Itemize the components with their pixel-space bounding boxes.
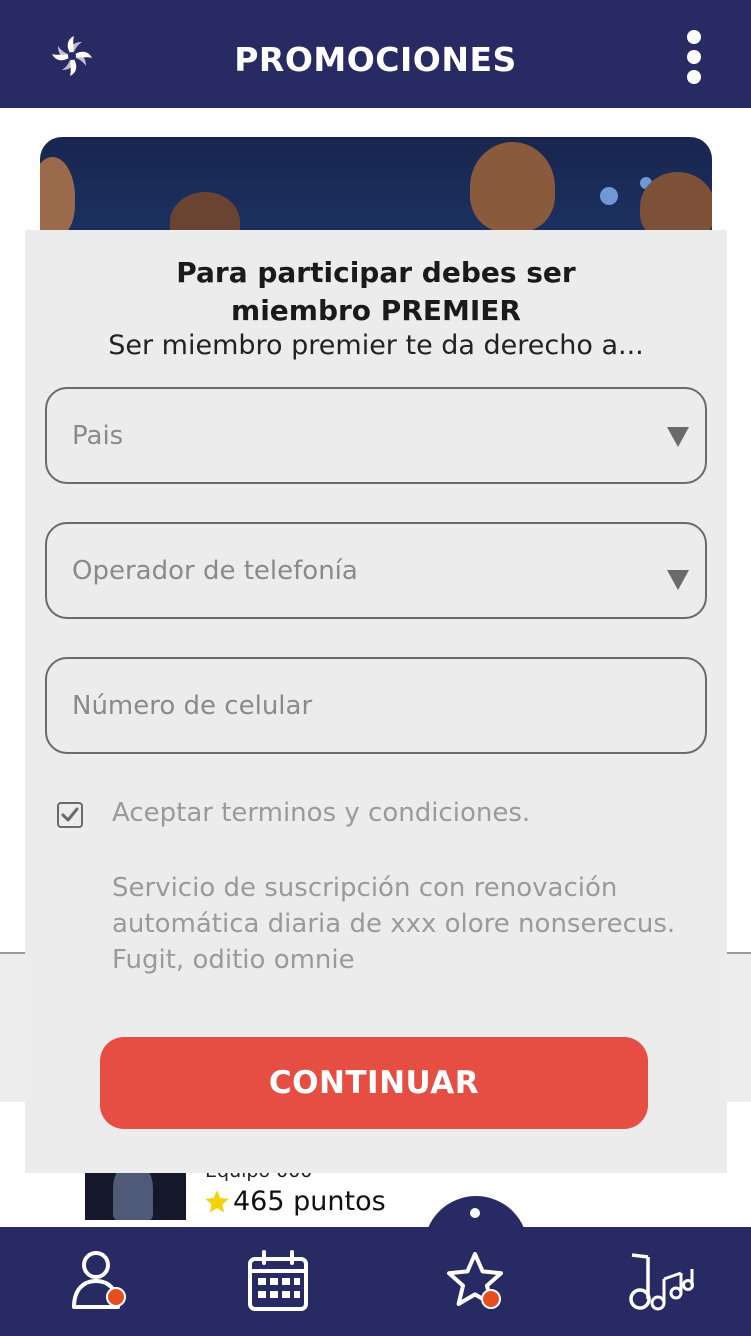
phone-placeholder: Número de celular [72, 691, 313, 721]
checkmark-icon [61, 807, 79, 822]
nav-promotions[interactable] [443, 1249, 507, 1313]
team-points: 465 puntos [203, 1186, 386, 1217]
phone-number-input[interactable]: Número de celular [45, 657, 707, 754]
terms-label[interactable]: Aceptar terminos y condiciones. [112, 798, 530, 828]
modal-title-line2: miembro PREMIER [231, 294, 521, 327]
notice-line2: automática diaria de xxx olore nonserecu… [112, 909, 676, 939]
team-points-value: 465 puntos [233, 1186, 386, 1217]
bottom-nav [0, 1227, 751, 1336]
more-vertical-icon[interactable] [683, 30, 705, 84]
calendar-icon [248, 1250, 308, 1311]
country-select[interactable]: Pais [45, 387, 707, 484]
nav-calendar[interactable] [246, 1249, 310, 1313]
nav-profile[interactable] [70, 1249, 134, 1313]
country-placeholder: Pais [72, 421, 124, 451]
modal-title-line1: Para participar debes ser [176, 256, 576, 289]
continue-button[interactable]: CONTINUAR [100, 1037, 648, 1129]
notification-badge [106, 1287, 126, 1307]
modal-title: Para participar debes ser miembro PREMIE… [25, 254, 727, 330]
music-notes-icon [629, 1253, 694, 1311]
page-title: PROMOCIONES [234, 40, 517, 79]
operator-select[interactable]: Operador de telefonía [45, 522, 707, 619]
subscription-notice: Servicio de suscripción con renovación a… [112, 870, 702, 978]
chevron-down-icon [667, 427, 689, 447]
notice-line3: Fugit, oditio omnie [112, 945, 355, 975]
notification-badge [481, 1289, 501, 1309]
modal-subtitle: Ser miembro premier te da derecho a... [108, 330, 644, 361]
app-header: PROMOCIONES [0, 0, 751, 108]
notice-line1: Servicio de suscripción con renovación [112, 873, 618, 903]
operator-placeholder: Operador de telefonía [72, 556, 358, 586]
terms-checkbox[interactable] [57, 802, 83, 828]
chevron-down-icon [667, 570, 689, 590]
star-icon [205, 1189, 229, 1212]
nav-music[interactable] [628, 1249, 694, 1313]
premier-signup-modal: Para participar debes ser miembro PREMIE… [25, 230, 727, 1173]
